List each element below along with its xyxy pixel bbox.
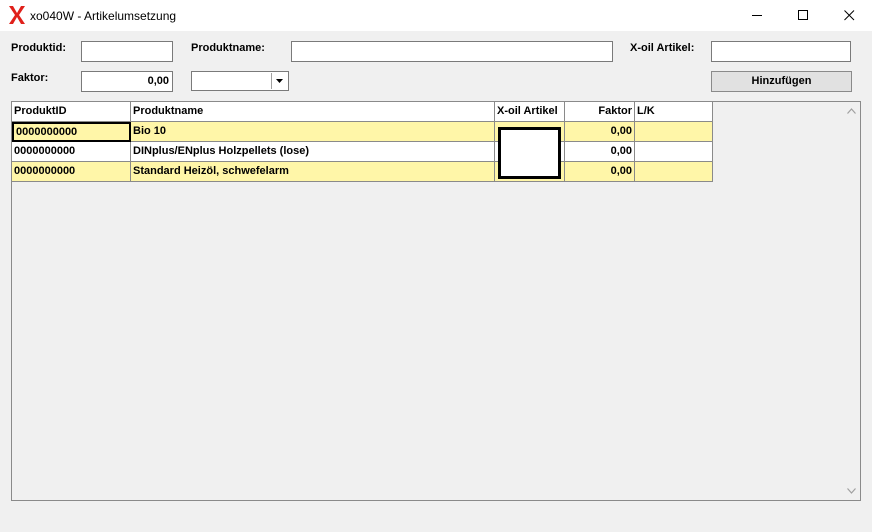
vertical-scrollbar[interactable] (843, 102, 860, 500)
column-header-xoil-artikel[interactable]: X-oil Artikel (495, 102, 565, 122)
column-header-lk[interactable]: L/K (635, 102, 713, 122)
table-row-1-faktor[interactable]: 0,00 (565, 122, 635, 142)
produktid-label: Produktid: (11, 42, 66, 54)
produktname-label: Produktname: (191, 42, 265, 54)
window-title: xo040W - Artikelumsetzung (30, 9, 177, 23)
produktname-input[interactable] (291, 41, 613, 62)
table-row-1-produktname[interactable]: Bio 10 (131, 122, 495, 142)
x-logo-icon (9, 6, 25, 24)
faktor-label: Faktor: (11, 72, 49, 84)
xoil-artikel-input[interactable] (711, 41, 851, 62)
minimize-icon (751, 15, 762, 16)
table-row-2-produktid[interactable]: 0000000000 (12, 142, 131, 162)
unit-select[interactable] (191, 71, 289, 91)
produktid-input[interactable] (81, 41, 173, 62)
table-row-3-lk[interactable] (635, 162, 713, 182)
table-row-3-produktname[interactable]: Standard Heizöl, schwefelarm (131, 162, 495, 182)
column-header-faktor[interactable]: Faktor (565, 102, 635, 122)
table-row-3-faktor[interactable]: 0,00 (565, 162, 635, 182)
table-row-3-produktid[interactable]: 0000000000 (12, 162, 131, 182)
article-grid[interactable]: ProduktID Produktname X-oil Artikel Fakt… (11, 101, 861, 501)
xoil-artikel-cell-editor[interactable] (498, 127, 561, 179)
table-row-1-lk[interactable] (635, 122, 713, 142)
maximize-button[interactable] (780, 0, 826, 31)
scroll-up-icon[interactable] (847, 108, 856, 114)
chevron-down-icon (276, 79, 283, 83)
column-header-produktid[interactable]: ProduktID (12, 102, 131, 122)
table-row-1-produktid[interactable]: 0000000000 (12, 122, 131, 142)
scroll-down-icon[interactable] (847, 488, 856, 494)
close-button[interactable] (826, 0, 872, 31)
title-bar: xo040W - Artikelumsetzung (0, 0, 872, 31)
faktor-input[interactable]: 0,00 (81, 71, 173, 92)
close-icon (843, 10, 854, 21)
table-row-2-produktname[interactable]: DINplus/ENplus Holzpellets (lose) (131, 142, 495, 162)
column-header-produktname[interactable]: Produktname (131, 102, 495, 122)
minimize-button[interactable] (734, 0, 780, 31)
add-button[interactable]: Hinzufügen (711, 71, 852, 92)
table-row-2-lk[interactable] (635, 142, 713, 162)
dropdown-arrow-button[interactable] (271, 73, 287, 89)
xoil-artikel-label: X-oil Artikel: (630, 42, 695, 54)
table-row-2-faktor[interactable]: 0,00 (565, 142, 635, 162)
maximize-icon (797, 10, 808, 20)
